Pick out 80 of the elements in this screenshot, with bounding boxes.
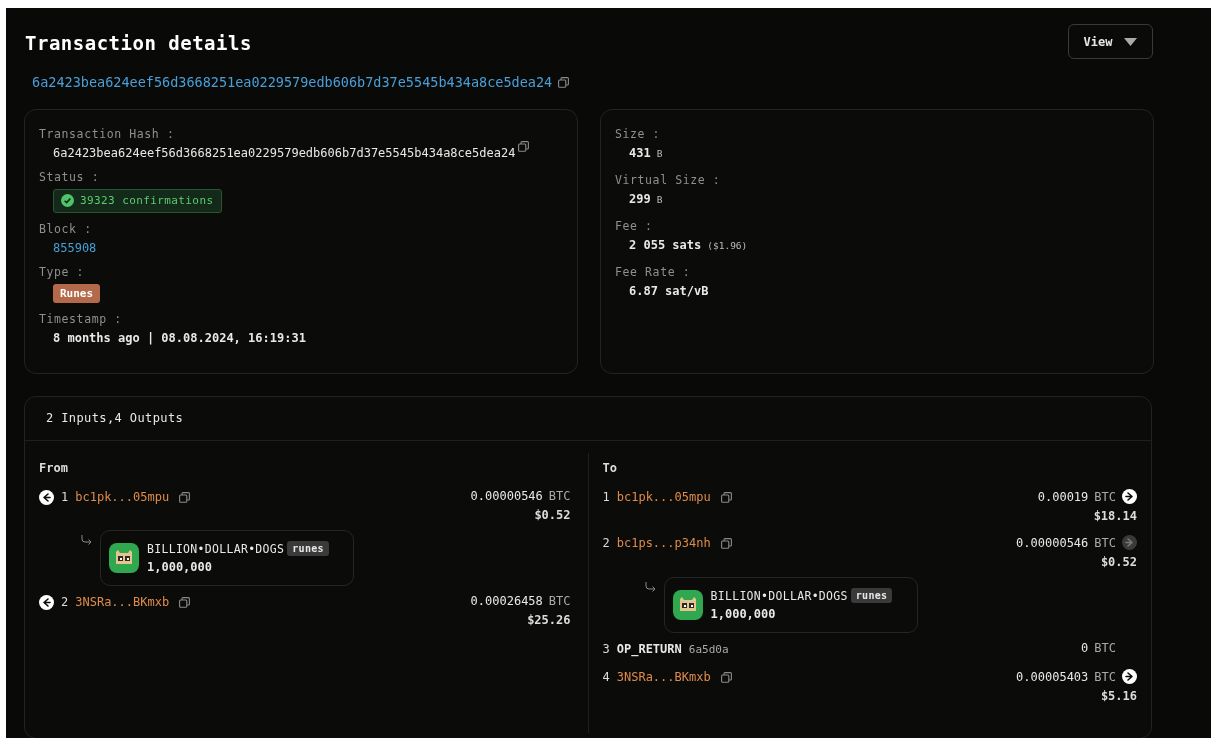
address-link[interactable]: 3NSRa...BKmxb xyxy=(75,595,170,609)
field-label: Virtual Size : xyxy=(615,173,722,187)
field-value: 6.87 sat/vB xyxy=(629,284,709,298)
index-number: 1 xyxy=(602,490,610,504)
rune-name: BILLION•DOLLAR•DOGS xyxy=(710,588,848,603)
rune-tag: runes xyxy=(850,588,893,603)
btc-amount: 0.00019 xyxy=(1037,489,1089,504)
view-dropdown[interactable]: View xyxy=(1068,24,1153,59)
io-summary: 2 Inputs,4 Outputs xyxy=(25,397,1151,441)
unit-label: ($1.96) xyxy=(707,240,748,251)
hook-arrow-icon xyxy=(644,582,656,592)
arrow-right-icon[interactable] xyxy=(1122,669,1137,684)
hash-value: 6a2423bea624eef56d3668251ea0229579edb606b7d37e5545b434a8ce5dea24 xyxy=(53,146,516,160)
address-link[interactable]: bc1ps...p34nh xyxy=(616,536,711,550)
field-label: Size : xyxy=(615,127,662,141)
field-value: 2 055 sats xyxy=(629,238,702,252)
op-return-data: 6a5d0a xyxy=(688,642,729,656)
usd-amount: $0.52 xyxy=(1100,555,1137,569)
field-label: Type : xyxy=(39,265,86,279)
arrow-right-icon[interactable] xyxy=(1122,489,1137,504)
currency-unit: BTC xyxy=(1094,641,1116,655)
op-return-label: OP_RETURN xyxy=(616,642,682,656)
check-circle-icon xyxy=(61,194,74,207)
btc-amount: 0.00000546 xyxy=(1016,535,1089,550)
timestamp-value: 8 months ago | 08.08.2024, 16:19:31 xyxy=(53,331,306,345)
arrow-left-icon[interactable] xyxy=(39,489,54,505)
usd-amount: $18.14 xyxy=(1093,509,1137,523)
btc-amount: 0.00005403 xyxy=(1016,669,1089,684)
column-heading: From xyxy=(39,461,69,475)
hook-arrow-icon xyxy=(81,535,92,545)
btc-amount: 0 xyxy=(1081,641,1089,655)
index-number: 2 xyxy=(602,536,610,550)
arrow-left-icon[interactable] xyxy=(39,594,54,610)
unit-label: B xyxy=(656,194,663,205)
usd-amount: $0.52 xyxy=(534,508,571,522)
unit-label: B xyxy=(656,148,663,159)
rune-amount: 1,000,000 xyxy=(710,607,776,621)
field-label: Fee Rate : xyxy=(615,265,692,279)
field-label: Block : xyxy=(39,222,93,236)
column-heading: To xyxy=(602,461,618,475)
copy-icon[interactable] xyxy=(518,141,530,152)
copy-icon[interactable] xyxy=(179,596,191,608)
currency-unit: BTC xyxy=(1094,489,1116,504)
currency-unit: BTC xyxy=(1094,535,1116,550)
dog-face-icon xyxy=(672,590,703,620)
usd-amount: $5.16 xyxy=(1100,689,1137,703)
field-value: 431 xyxy=(629,146,651,160)
field-label: Timestamp : xyxy=(39,312,123,326)
index-number: 3 xyxy=(602,642,610,656)
address-link[interactable]: bc1pk...05mpu xyxy=(75,490,170,504)
rune-tag: runes xyxy=(287,541,329,556)
field-label: Transaction Hash : xyxy=(39,127,176,141)
transaction-id-link[interactable]: 6a2423bea624eef56d3668251ea0229579edb606b7d37e5545b434a8ce5dea24 xyxy=(32,74,553,90)
block-link[interactable]: 855908 xyxy=(53,241,97,255)
currency-unit: BTC xyxy=(548,489,571,503)
currency-unit: BTC xyxy=(548,594,571,608)
usd-amount: $25.26 xyxy=(527,613,571,627)
caret-icon xyxy=(1124,37,1138,46)
page-title: Transaction details xyxy=(25,30,252,54)
btc-amount: 0.00026458 xyxy=(470,594,543,608)
field-value: 299 xyxy=(629,192,651,206)
field-label: Status : xyxy=(39,170,101,184)
copy-icon[interactable] xyxy=(558,76,570,88)
index-number: 1 xyxy=(61,490,69,504)
copy-icon[interactable] xyxy=(720,671,732,683)
status-text: 39323 confirmations xyxy=(80,194,214,207)
copy-icon[interactable] xyxy=(179,491,191,503)
rune-name: BILLION•DOLLAR•DOGS xyxy=(147,541,285,556)
copy-icon[interactable] xyxy=(720,491,732,503)
btc-amount: 0.00000546 xyxy=(470,489,543,503)
index-number: 4 xyxy=(602,670,610,684)
address-link[interactable]: bc1pk...05mpu xyxy=(616,490,711,504)
rune-amount: 1,000,000 xyxy=(147,560,213,574)
index-number: 2 xyxy=(61,595,69,609)
dog-face-icon xyxy=(109,543,139,573)
copy-icon[interactable] xyxy=(720,537,732,549)
type-tag: Runes xyxy=(53,284,101,303)
field-label: Fee : xyxy=(615,219,654,233)
currency-unit: BTC xyxy=(1094,669,1116,684)
address-link[interactable]: 3NSRa...BKmxb xyxy=(616,670,711,684)
